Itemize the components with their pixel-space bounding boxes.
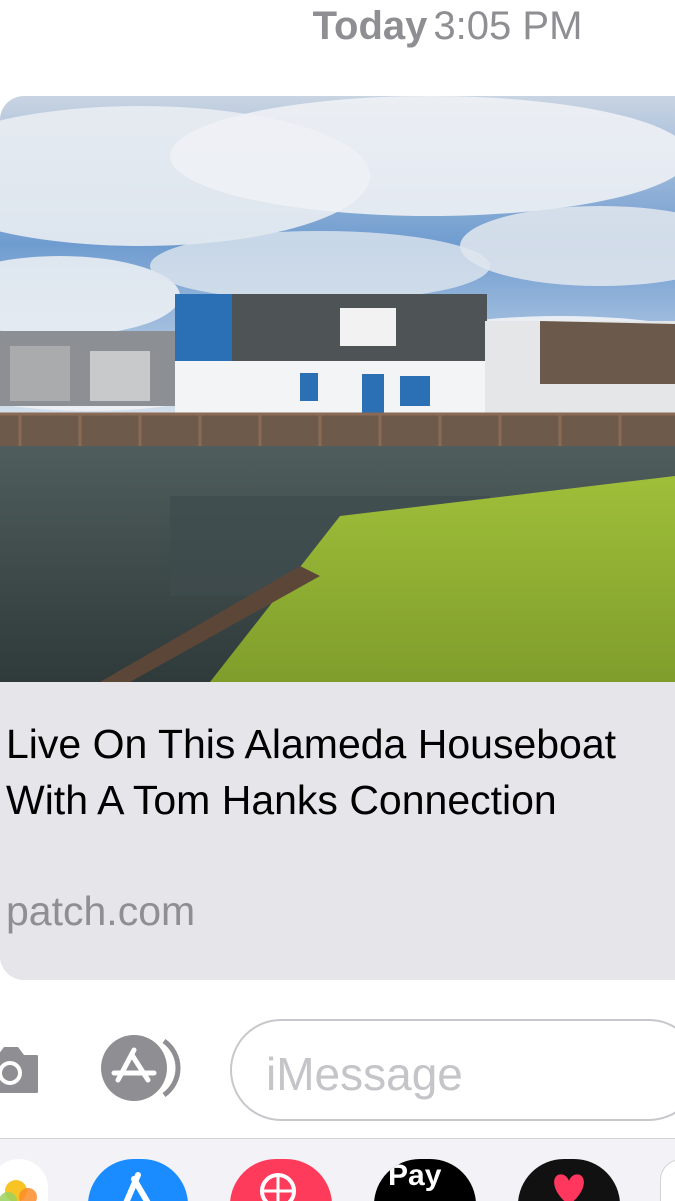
link-preview-domain: patch.com [6, 888, 196, 934]
images-search-icon[interactable] [230, 1159, 332, 1201]
message-timestamp: Today 3:05 PM [0, 4, 675, 49]
apple-pay-icon[interactable]: Pay [374, 1159, 476, 1201]
link-preview-title: Live On This Alameda Houseboat With A To… [6, 721, 617, 823]
digital-touch-icon[interactable] [518, 1159, 620, 1201]
app-drawer: Pay [0, 1138, 675, 1201]
timestamp-day: Today [312, 4, 428, 48]
apple-pay-label: Pay [388, 1159, 442, 1192]
imessage-input[interactable]: iMessage [230, 1019, 675, 1121]
timestamp-time: 3:05 PM [433, 4, 583, 48]
more-apps-icon[interactable] [660, 1159, 675, 1201]
app-store-drawer-icon[interactable] [88, 1159, 188, 1201]
imessage-placeholder: iMessage [266, 1048, 463, 1100]
photos-icon[interactable] [0, 1159, 48, 1201]
camera-icon[interactable] [0, 1039, 38, 1099]
compose-bar: iMessage [0, 1015, 675, 1130]
link-preview-text: Live On This Alameda Houseboat With A To… [0, 682, 675, 980]
app-store-icon[interactable] [92, 1033, 184, 1103]
houseboat-photo [0, 96, 675, 682]
link-preview-card[interactable]: Live On This Alameda Houseboat With A To… [0, 96, 675, 980]
